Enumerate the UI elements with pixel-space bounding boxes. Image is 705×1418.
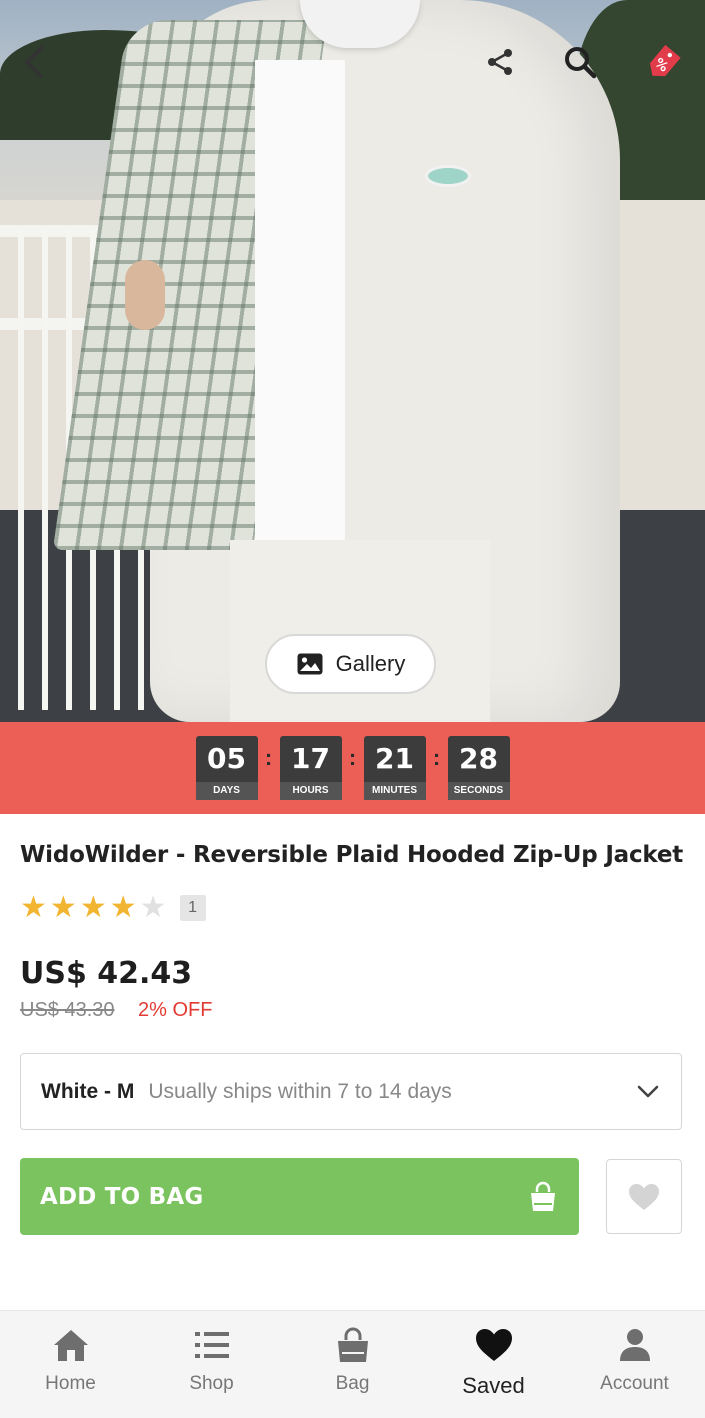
countdown-days-value: 05 bbox=[207, 742, 246, 775]
shopping-bag-icon bbox=[531, 1181, 555, 1211]
star-empty-icon: ★ bbox=[139, 891, 167, 924]
countdown-minutes-value: 21 bbox=[375, 742, 414, 775]
nav-home[interactable]: Home bbox=[0, 1325, 141, 1395]
countdown-days: 05 DAYS bbox=[195, 736, 258, 800]
user-icon bbox=[618, 1325, 652, 1365]
original-price: US$ 43.30 bbox=[20, 999, 115, 1021]
nav-shop-label: Shop bbox=[189, 1373, 234, 1394]
product-image[interactable]: % Gallery bbox=[0, 0, 705, 722]
image-pants bbox=[230, 540, 490, 722]
nav-saved-label: Saved bbox=[462, 1373, 525, 1398]
star-filled-icon: ★ bbox=[20, 891, 47, 924]
image-tshirt bbox=[255, 60, 345, 560]
countdown-minutes: 21 MINUTES bbox=[363, 736, 426, 800]
countdown-seconds-label: SECONDS bbox=[447, 782, 510, 800]
countdown-separator: : bbox=[348, 745, 357, 770]
add-to-bag-label: ADD TO BAG bbox=[40, 1183, 204, 1210]
countdown-hours-label: HOURS bbox=[279, 782, 342, 800]
nav-saved[interactable]: Saved bbox=[423, 1325, 564, 1399]
search-button[interactable] bbox=[558, 40, 602, 84]
list-icon bbox=[193, 1325, 231, 1365]
variant-selected: White - M bbox=[41, 1079, 135, 1103]
share-icon bbox=[488, 49, 512, 75]
countdown-separator: : bbox=[432, 745, 441, 770]
heart-outline-icon bbox=[629, 1183, 659, 1210]
countdown-days-label: DAYS bbox=[195, 782, 258, 800]
nav-bag[interactable]: Bag bbox=[282, 1325, 423, 1395]
review-count-badge[interactable]: 1 bbox=[179, 895, 206, 921]
variant-selector[interactable]: White - M Usually ships within 7 to 14 d… bbox=[20, 1053, 682, 1130]
bag-icon bbox=[334, 1325, 372, 1365]
star-filled-icon: ★ bbox=[49, 891, 77, 924]
discount-tag-icon: % bbox=[649, 44, 681, 77]
image-icon bbox=[297, 653, 323, 675]
share-button[interactable] bbox=[478, 40, 522, 84]
image-logo-patch bbox=[425, 165, 471, 187]
chevron-down-icon bbox=[635, 1079, 661, 1105]
product-rating[interactable]: ★ ★ ★ ★ ★ 1 bbox=[20, 892, 206, 924]
image-hand bbox=[125, 260, 165, 330]
discount-label: 2% OFF bbox=[138, 999, 213, 1021]
star-filled-icon: ★ bbox=[109, 891, 137, 924]
home-icon bbox=[52, 1325, 90, 1365]
search-icon bbox=[565, 47, 597, 79]
countdown-hours: 17 HOURS bbox=[279, 736, 342, 800]
product-title: WidoWilder - Reversible Plaid Hooded Zip… bbox=[20, 842, 684, 868]
nav-account-label: Account bbox=[600, 1373, 669, 1394]
countdown-separator: : bbox=[264, 745, 273, 770]
bottom-navigation: Home Shop Bag Saved Account bbox=[0, 1310, 705, 1418]
nav-shop[interactable]: Shop bbox=[141, 1325, 282, 1395]
add-to-bag-button[interactable]: ADD TO BAG bbox=[20, 1158, 579, 1235]
star-filled-icon: ★ bbox=[79, 891, 107, 924]
nav-home-label: Home bbox=[45, 1373, 96, 1394]
nav-bag-label: Bag bbox=[335, 1373, 370, 1394]
heart-icon bbox=[474, 1325, 514, 1365]
save-wishlist-button[interactable] bbox=[606, 1159, 682, 1234]
chevron-left-icon bbox=[25, 46, 43, 78]
countdown-seconds-value: 28 bbox=[459, 742, 498, 775]
countdown-minutes-label: MINUTES bbox=[363, 782, 426, 800]
shipping-estimate: Usually ships within 7 to 14 days bbox=[148, 1079, 452, 1103]
nav-account[interactable]: Account bbox=[564, 1325, 705, 1395]
countdown-seconds: 28 SECONDS bbox=[447, 736, 510, 800]
gallery-label: Gallery bbox=[335, 651, 406, 676]
countdown-hours-value: 17 bbox=[291, 742, 330, 775]
back-button[interactable] bbox=[12, 40, 56, 84]
current-price: US$ 42.43 bbox=[20, 956, 193, 991]
countdown-banner: 05 DAYS : 17 HOURS : 21 MINUTES : 28 SEC… bbox=[0, 722, 705, 814]
gallery-button[interactable]: Gallery bbox=[265, 634, 436, 694]
promo-button[interactable]: % bbox=[642, 40, 686, 84]
